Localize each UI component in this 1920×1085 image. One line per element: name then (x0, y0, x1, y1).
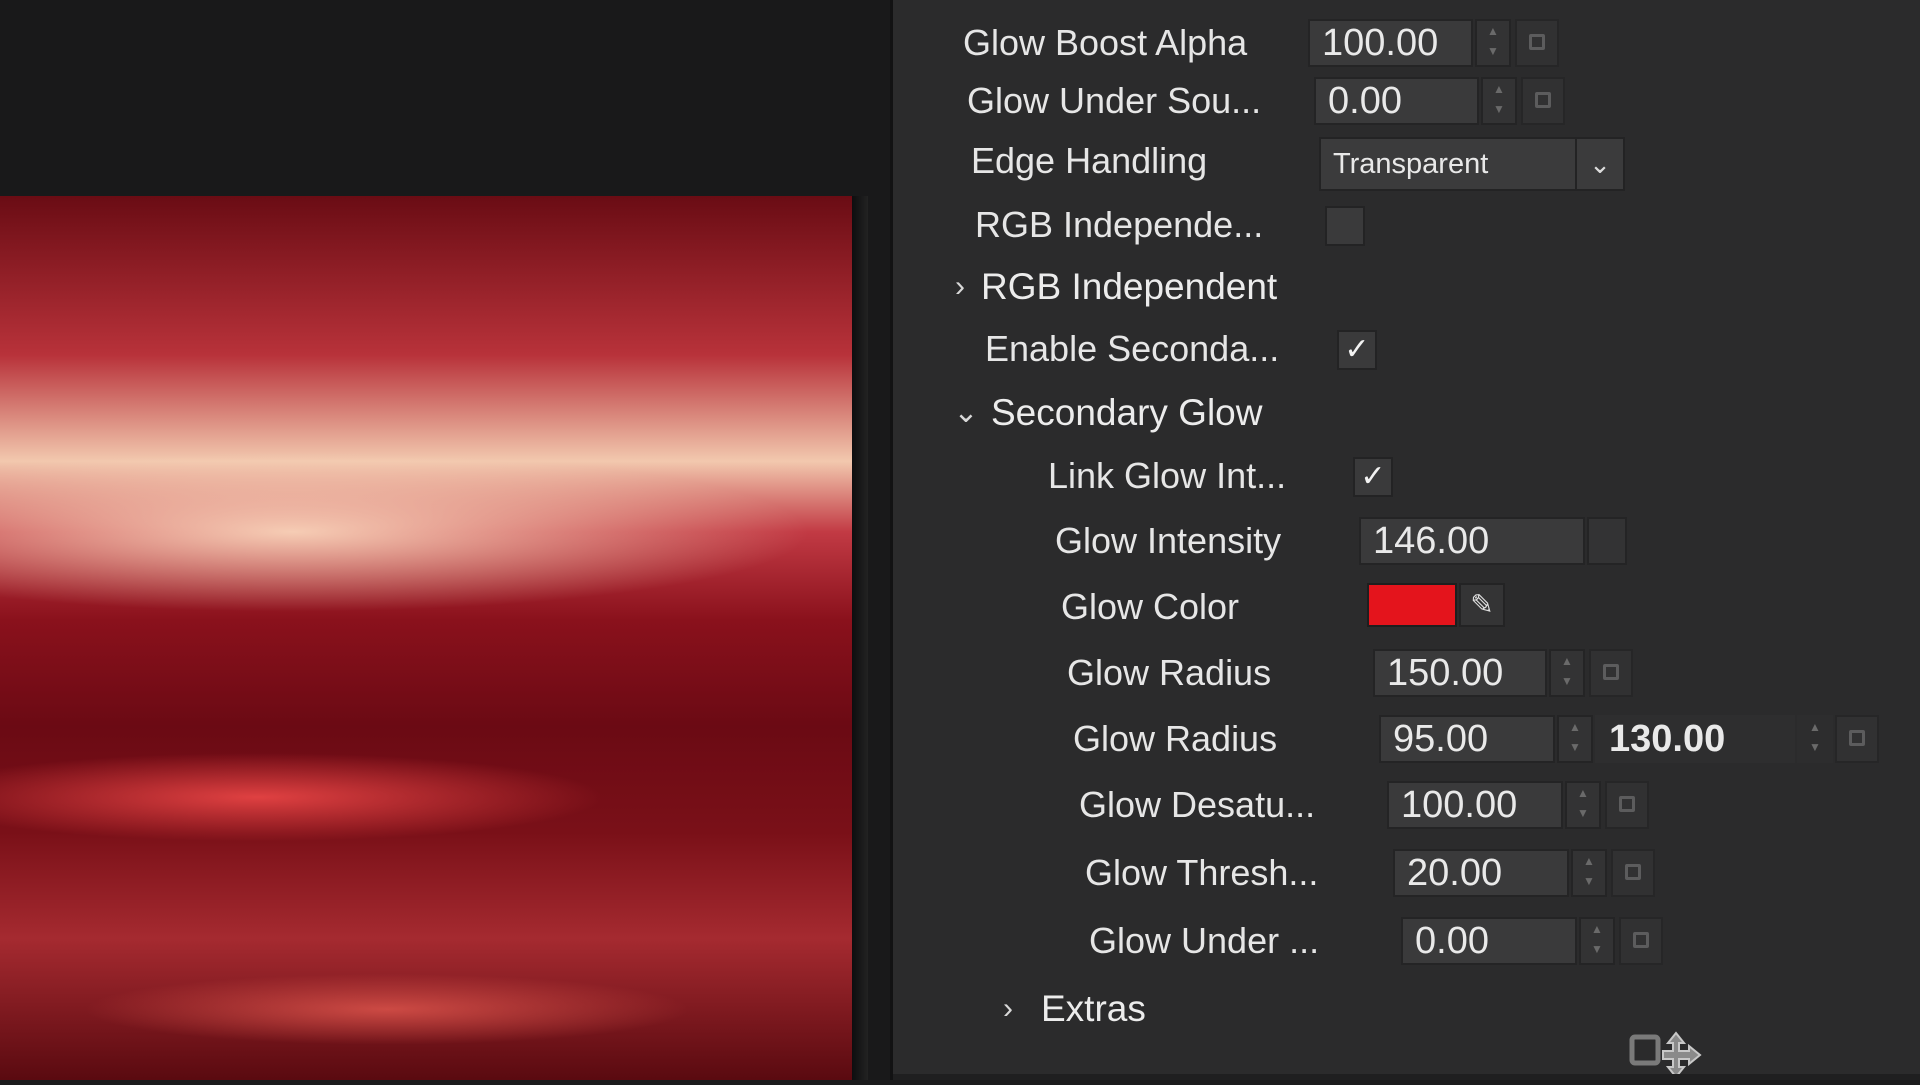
glow-threshold-field[interactable]: 20.00 (1393, 849, 1569, 897)
glow-under-source-stepper[interactable]: ▲ ▼ (1481, 77, 1517, 125)
keyframe-icon[interactable] (1521, 77, 1565, 125)
chevron-down-icon: ⌄ (1575, 139, 1623, 189)
glow-threshold-label: Glow Thresh... (1085, 852, 1319, 893)
edge-handling-dropdown[interactable]: Transparent ⌄ (1319, 137, 1625, 191)
secondary-glow-group-label[interactable]: Secondary Glow (991, 384, 1262, 442)
chevron-right-icon[interactable]: › (945, 258, 975, 316)
glow-under-stepper[interactable]: ▲ ▼ (1579, 917, 1615, 965)
row-link-glow-intensity: Link Glow Int... ✓ (893, 447, 1920, 505)
row-extras-group[interactable]: › Extras (893, 980, 1920, 1038)
glow-desaturation-field[interactable]: 100.00 (1387, 781, 1563, 829)
rgb-independent-checkbox[interactable] (1325, 206, 1365, 246)
enable-secondary-label: Enable Seconda... (985, 328, 1280, 369)
row-secondary-glow-group[interactable]: ⌄ Secondary Glow (893, 384, 1920, 442)
glow-color-label: Glow Color (1061, 586, 1240, 627)
glow-boost-alpha-stepper[interactable]: ▲ ▼ (1475, 19, 1511, 67)
row-glow-radius-pair: Glow Radius 95.00 ▲ ▼ 130.00 ▲ ▼ (893, 710, 1920, 768)
keyframe-icon[interactable] (1605, 781, 1649, 829)
enable-secondary-checkbox[interactable]: ✓ (1337, 330, 1377, 370)
viewer-divider (852, 196, 868, 1080)
viewer-panel (0, 0, 890, 1080)
glow-desaturation-stepper[interactable]: ▲ ▼ (1565, 781, 1601, 829)
rgb-independent-toggle-label: RGB Independe... (975, 204, 1264, 245)
row-glow-boost-alpha: Glow Boost Alpha 100.00 ▲ ▼ (893, 14, 1920, 72)
keyframe-icon[interactable] (1619, 917, 1663, 965)
keyframe-icon[interactable] (1589, 649, 1633, 697)
row-glow-under-source: Glow Under Sou... 0.00 ▲ ▼ (893, 72, 1920, 130)
glow-under-label: Glow Under ... (1089, 920, 1320, 961)
glow-intensity-label: Glow Intensity (1055, 520, 1282, 561)
keyframe-icon[interactable] (1515, 19, 1559, 67)
row-enable-secondary: Enable Seconda... ✓ (893, 320, 1920, 378)
eyedropper-icon[interactable]: ✎ (1459, 583, 1505, 627)
row-glow-under: Glow Under ... 0.00 ▲ ▼ (893, 912, 1920, 970)
glow-under-source-field[interactable]: 0.00 (1314, 77, 1479, 125)
glow-boost-alpha-field[interactable]: 100.00 (1308, 19, 1473, 67)
glow-radius-y-field[interactable]: 130.00 (1595, 715, 1795, 763)
row-glow-radius: Glow Radius 150.00 ▲ ▼ (893, 644, 1920, 702)
glow-threshold-stepper[interactable]: ▲ ▼ (1571, 849, 1607, 897)
glow-desaturation-label: Glow Desatu... (1079, 784, 1316, 825)
glow-radius-pair-label: Glow Radius (1073, 718, 1278, 759)
rgb-independent-group-label[interactable]: RGB Independent (981, 258, 1277, 316)
glow-radius-x-stepper[interactable]: ▲ ▼ (1557, 715, 1593, 763)
extras-group-label[interactable]: Extras (1041, 980, 1146, 1038)
glow-intensity-field[interactable]: 146.00 (1359, 517, 1585, 565)
row-glow-threshold: Glow Thresh... 20.00 ▲ ▼ (893, 844, 1920, 902)
glow-radius-label: Glow Radius (1067, 652, 1272, 693)
chevron-right-icon[interactable]: › (993, 980, 1023, 1038)
row-edge-handling: Edge Handling Transparent ⌄ (893, 132, 1920, 191)
glow-under-field[interactable]: 0.00 (1401, 917, 1577, 965)
row-rgb-independent-group[interactable]: › RGB Independent (893, 258, 1920, 316)
link-glow-intensity-label: Link Glow Int... (1048, 455, 1287, 496)
edge-handling-value: Transparent (1333, 148, 1489, 180)
row-rgb-independent-toggle: RGB Independe... (893, 196, 1920, 254)
chevron-down-icon[interactable]: ⌄ (951, 384, 981, 442)
row-glow-desaturation: Glow Desatu... 100.00 ▲ ▼ (893, 776, 1920, 834)
glow-radius-x-field[interactable]: 95.00 (1379, 715, 1555, 763)
keyframe-icon[interactable] (1835, 715, 1879, 763)
glow-radius-field[interactable]: 150.00 (1373, 649, 1547, 697)
glow-radius-y-stepper[interactable]: ▲ ▼ (1797, 715, 1833, 763)
edge-handling-label: Edge Handling (971, 140, 1208, 181)
row-glow-intensity: Glow Intensity 146.00 (893, 512, 1920, 1079)
glow-radius-stepper[interactable]: ▲ ▼ (1549, 649, 1585, 697)
inspector-bottom-border (893, 1074, 1920, 1080)
row-glow-color: Glow Color ✎ (893, 578, 1920, 636)
inspector-panel: Glow Boost Alpha 100.00 ▲ ▼ Glow Under So… (890, 0, 1920, 1080)
link-glow-intensity-checkbox[interactable]: ✓ (1353, 457, 1393, 497)
keyframe-icon[interactable] (1611, 849, 1655, 897)
glow-under-source-label: Glow Under Sou... (967, 80, 1262, 121)
glow-intensity-stepper[interactable] (1587, 517, 1627, 565)
video-preview[interactable] (0, 196, 860, 1080)
glow-color-swatch[interactable] (1367, 583, 1457, 627)
glow-boost-alpha-label: Glow Boost Alpha (963, 22, 1248, 63)
